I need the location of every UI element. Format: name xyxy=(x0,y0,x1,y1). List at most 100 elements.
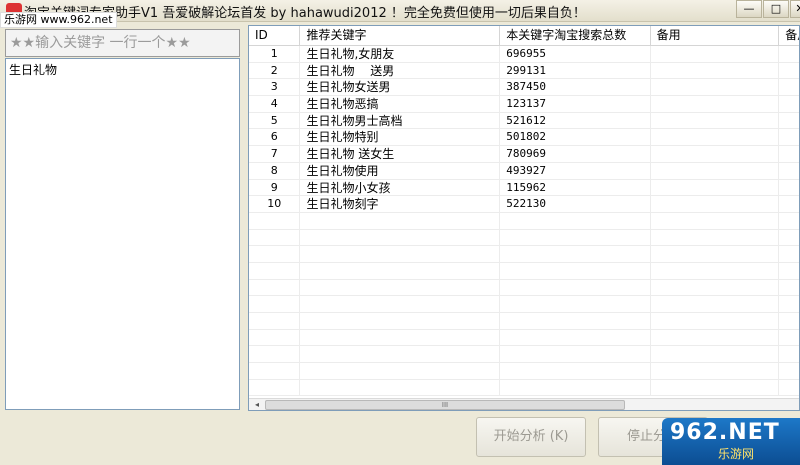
table-cell-empty xyxy=(249,379,301,396)
table-cell-id: 4 xyxy=(249,96,301,112)
table-cell-keyword: 生日礼物 送女生 xyxy=(300,146,501,162)
table-cell-empty xyxy=(779,280,799,296)
table-cell-b1 xyxy=(651,62,780,79)
table-row[interactable]: 5 生日礼物男士高档 521612 xyxy=(249,112,799,130)
table-cell-empty xyxy=(500,246,651,262)
table-cell-empty xyxy=(300,363,501,379)
keyword-input-header: ★★输入关键字 一行一个★★ xyxy=(5,29,240,57)
table-cell-empty xyxy=(249,279,301,296)
table-cell-keyword: 生日礼物,女朋友 xyxy=(300,46,501,62)
table-cell-b1 xyxy=(651,46,780,62)
table-cell-b2 xyxy=(779,63,799,79)
horizontal-scrollbar[interactable]: ◂ III xyxy=(249,398,799,410)
table-row[interactable]: 10 生日礼物刻字 522130 xyxy=(249,196,799,213)
table-cell-count: 123137 xyxy=(500,96,651,112)
table-row[interactable]: 3 生日礼物女送男 387450 xyxy=(249,79,799,97)
table-cell-empty xyxy=(500,229,651,246)
table-cell-empty xyxy=(300,229,501,246)
table-row-empty xyxy=(249,296,799,313)
column-header-spare-2[interactable]: 备用 xyxy=(779,26,799,46)
table-cell-id: 1 xyxy=(249,46,301,62)
table-cell-empty xyxy=(779,296,799,312)
table-row[interactable]: 7 生日礼物 送女生 780969 xyxy=(249,146,799,163)
table-cell-b2 xyxy=(779,163,799,179)
table-row[interactable]: 1 生日礼物,女朋友 696955 xyxy=(249,46,799,63)
table-cell-empty xyxy=(651,246,780,262)
table-cell-empty xyxy=(300,262,501,279)
table-cell-id: 8 xyxy=(249,162,301,179)
table-cell-b2 xyxy=(779,113,799,129)
table-cell-empty xyxy=(500,329,651,346)
table-cell-id: 3 xyxy=(249,79,301,96)
scroll-left-arrow-icon[interactable]: ◂ xyxy=(251,399,263,410)
table-cell-keyword: 生日礼物使用 xyxy=(300,162,501,179)
table-cell-empty xyxy=(249,246,301,262)
table-cell-empty xyxy=(300,379,501,396)
table-cell-empty xyxy=(249,296,301,312)
table-cell-empty xyxy=(779,330,799,346)
results-grid[interactable]: ID 推荐关键字 本关键字淘宝搜索总数 备用 备用 1生日礼物,女朋友69695… xyxy=(248,25,800,411)
table-cell-empty xyxy=(249,212,301,229)
table-cell-count: 521612 xyxy=(500,112,651,129)
table-cell-b2 xyxy=(779,79,799,95)
table-cell-empty xyxy=(500,313,651,329)
table-cell-b2 xyxy=(779,146,799,162)
table-cell-b2 xyxy=(779,196,799,212)
table-row[interactable]: 9 生日礼物小女孩 115962 xyxy=(249,179,799,197)
table-cell-id: 2 xyxy=(249,62,301,79)
table-row[interactable]: 2 生日礼物 送男 299131 xyxy=(249,62,799,80)
table-cell-empty xyxy=(779,380,799,396)
table-cell-b2 xyxy=(779,180,799,196)
table-cell-empty xyxy=(651,262,780,279)
table-cell-empty xyxy=(500,279,651,296)
table-row[interactable]: 8 生日礼物使用 493927 xyxy=(249,162,799,180)
table-cell-count: 299131 xyxy=(500,62,651,79)
table-cell-b2 xyxy=(779,129,799,145)
logo-text: 962.NET xyxy=(670,420,780,445)
table-cell-count: 387450 xyxy=(500,79,651,96)
table-cell-empty xyxy=(651,363,780,379)
maximize-button[interactable]: □ xyxy=(763,0,789,18)
table-row[interactable]: 4 生日礼物恶搞 123137 xyxy=(249,96,799,113)
table-cell-empty xyxy=(300,296,501,312)
keyword-input-textarea[interactable]: 生日礼物 xyxy=(5,58,240,410)
table-cell-id: 9 xyxy=(249,179,301,196)
scroll-thumb[interactable]: III xyxy=(265,400,625,410)
minimize-button[interactable]: — xyxy=(736,0,762,18)
table-row-empty xyxy=(249,313,799,330)
close-button[interactable]: ✕ xyxy=(790,0,800,18)
table-cell-b1 xyxy=(651,129,780,146)
table-cell-empty xyxy=(300,212,501,229)
table-cell-empty xyxy=(249,363,301,379)
table-cell-empty xyxy=(249,346,301,363)
table-cell-id: 6 xyxy=(249,129,301,146)
start-analysis-button[interactable]: 开始分析 (K) xyxy=(476,417,586,457)
table-row[interactable]: 6 生日礼物特别 501802 xyxy=(249,129,799,147)
column-header-keyword[interactable]: 推荐关键字 xyxy=(300,26,501,46)
table-cell-keyword: 生日礼物男士高档 xyxy=(300,112,501,129)
table-cell-b1 xyxy=(651,112,780,129)
table-cell-id: 10 xyxy=(249,196,301,212)
table-row-empty xyxy=(249,229,799,247)
table-cell-empty xyxy=(651,212,780,229)
column-header-spare-1[interactable]: 备用 xyxy=(651,26,780,46)
table-cell-empty xyxy=(300,346,501,363)
table-cell-empty xyxy=(651,296,780,312)
column-header-count[interactable]: 本关键字淘宝搜索总数 xyxy=(500,26,651,46)
table-cell-empty xyxy=(779,263,799,279)
keyword-line: 生日礼物 xyxy=(9,63,58,77)
watermark-site: 乐游网 www.962.net xyxy=(0,12,117,28)
table-cell-b1 xyxy=(651,146,780,162)
column-header-id[interactable]: ID xyxy=(249,26,301,46)
table-cell-count: 780969 xyxy=(500,146,651,162)
table-cell-id: 5 xyxy=(249,112,301,129)
table-cell-empty xyxy=(500,262,651,279)
table-cell-b2 xyxy=(779,96,799,112)
table-cell-keyword: 生日礼物刻字 xyxy=(300,196,501,212)
table-cell-count: 696955 xyxy=(500,46,651,62)
table-row-empty xyxy=(249,363,799,380)
table-cell-b1 xyxy=(651,196,780,212)
table-row-empty xyxy=(249,212,799,230)
table-cell-empty xyxy=(300,313,501,329)
table-cell-empty xyxy=(651,379,780,396)
